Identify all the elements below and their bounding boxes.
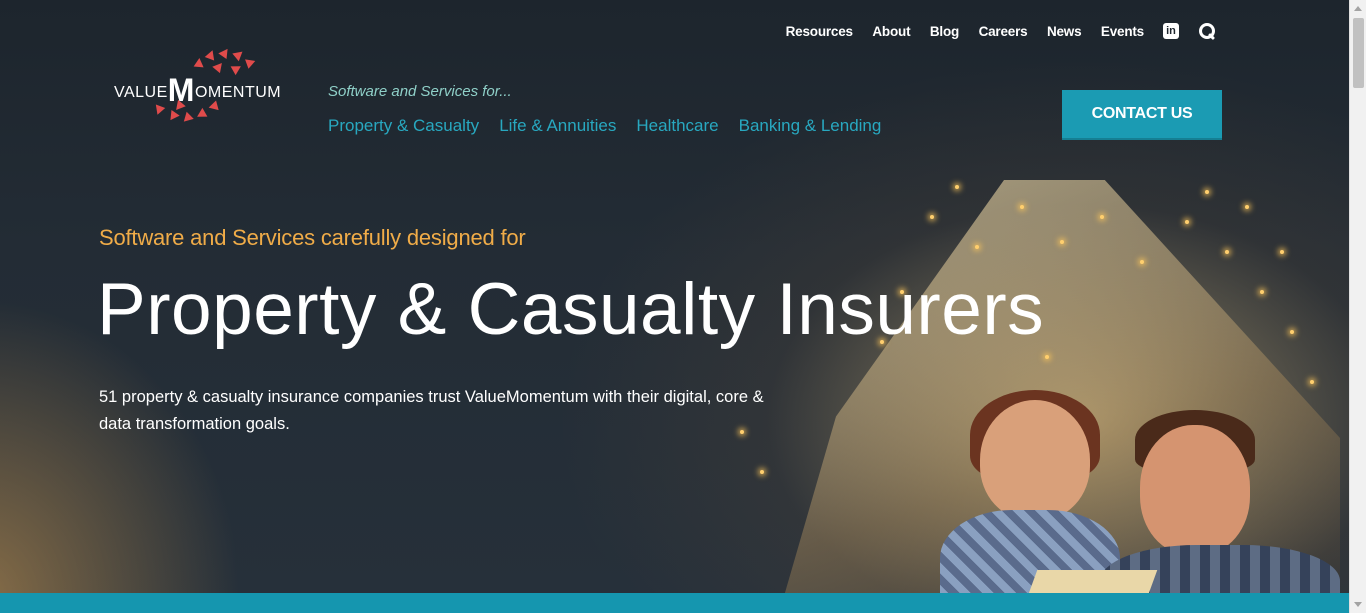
nav-healthcare[interactable]: Healthcare (636, 116, 718, 136)
linkedin-icon[interactable]: in (1163, 23, 1179, 39)
header-tagline: Software and Services for... (328, 83, 512, 100)
page: Resources About Blog Careers News Events… (0, 0, 1349, 613)
vertical-scrollbar[interactable] (1349, 0, 1366, 613)
contact-us-button[interactable]: CONTACT US (1062, 90, 1222, 140)
bottom-band (0, 593, 1349, 613)
search-icon[interactable] (1198, 22, 1216, 40)
nav-resources[interactable]: Resources (786, 24, 853, 39)
nav-life-annuities[interactable]: Life & Annuities (499, 116, 616, 136)
hero-title: Property & Casualty Insurers (97, 269, 1045, 350)
logo-wordmark: VALUEMOMENTUM (114, 72, 282, 108)
scroll-down-arrow-icon[interactable] (1354, 602, 1362, 607)
scroll-thumb[interactable] (1353, 18, 1364, 88)
nav-events[interactable]: Events (1101, 24, 1144, 39)
utility-nav: Resources About Blog Careers News Events… (766, 22, 1216, 40)
nav-careers[interactable]: Careers (979, 24, 1028, 39)
scroll-up-arrow-icon[interactable] (1354, 6, 1362, 11)
nav-news[interactable]: News (1047, 24, 1082, 39)
hero-description: 51 property & casualty insurance compani… (99, 388, 764, 433)
valuemomentum-logo[interactable]: VALUEMOMENTUM (114, 45, 289, 128)
hero-kicker: Software and Services carefully designed… (99, 225, 526, 250)
nav-banking-lending[interactable]: Banking & Lending (739, 116, 882, 136)
main-nav: Property & Casualty Life & Annuities Hea… (328, 116, 901, 136)
hero-family-photo (900, 390, 1340, 613)
nav-about[interactable]: About (872, 24, 910, 39)
nav-property-casualty[interactable]: Property & Casualty (328, 116, 479, 136)
nav-blog[interactable]: Blog (930, 24, 959, 39)
